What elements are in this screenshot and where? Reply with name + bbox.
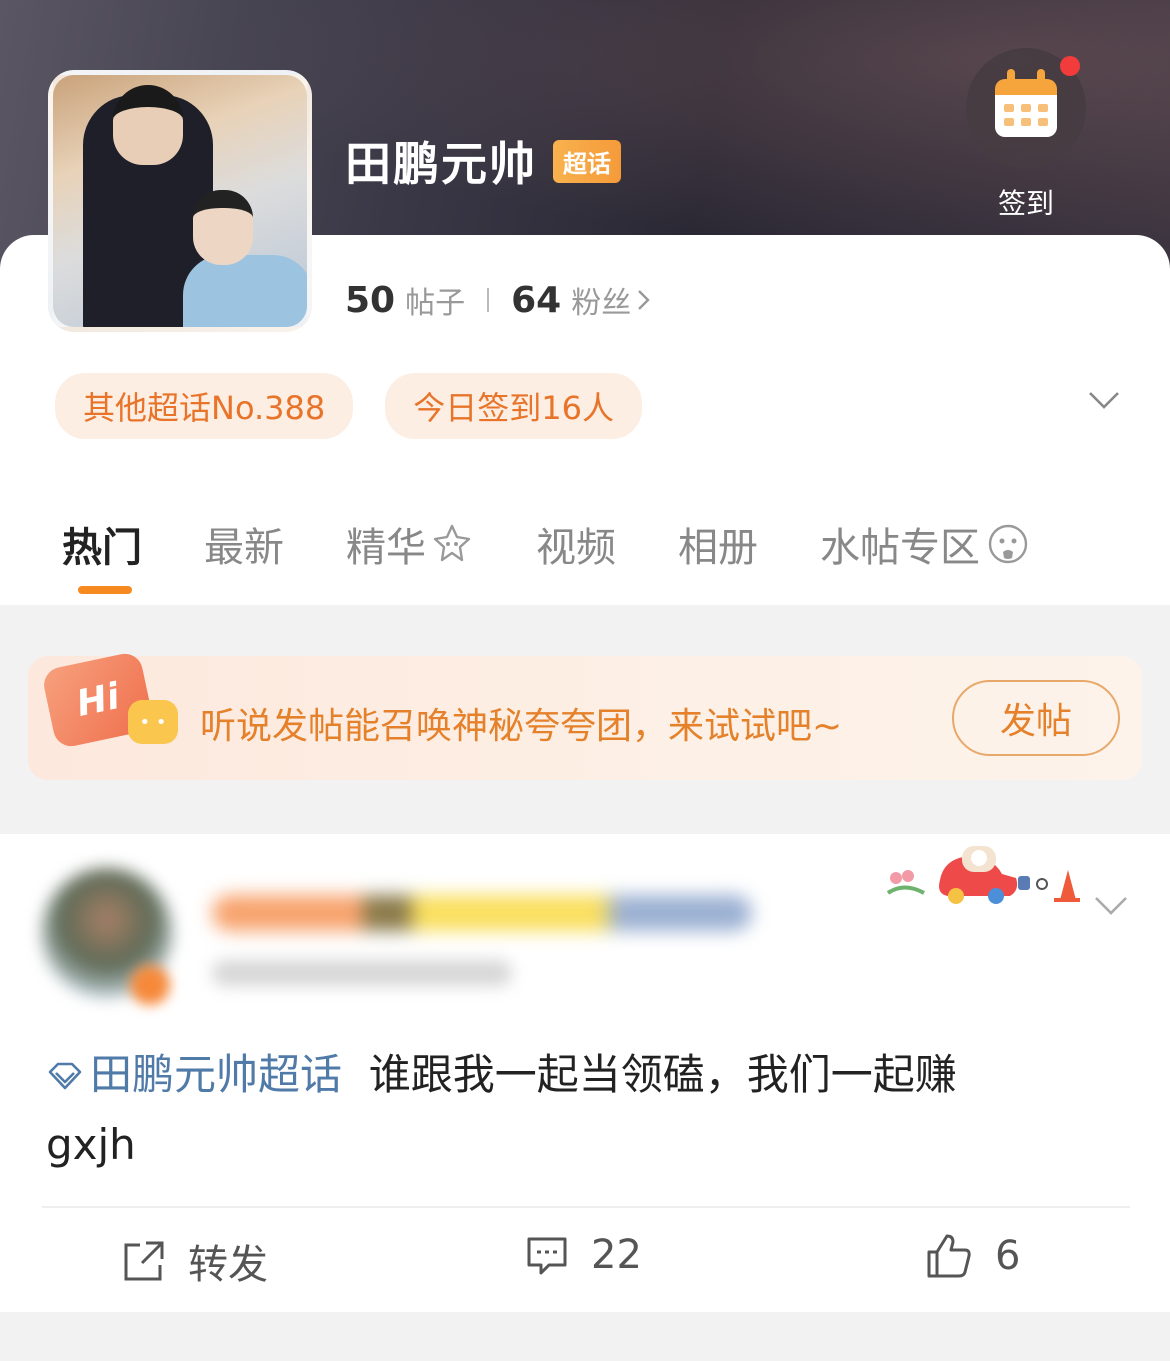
- posts-count: 50: [345, 279, 396, 321]
- checkin-label[interactable]: 签到: [966, 182, 1086, 222]
- avatar-figure-right: [183, 255, 307, 327]
- gem-icon: [48, 1062, 82, 1090]
- fans-count[interactable]: 64: [511, 280, 561, 321]
- tab-album[interactable]: 相册: [678, 515, 758, 573]
- avatar-head-left: [113, 85, 183, 165]
- post-body: 田鹏元帅超话 谁跟我一起当领磕，我们一起赚 gxjh: [46, 1040, 1126, 1180]
- chat-bubble-icon: • •: [128, 700, 178, 744]
- supertopic-badge: 超话: [553, 139, 621, 183]
- post-divider: [42, 1206, 1130, 1208]
- post-body-line2: gxjh: [46, 1120, 136, 1169]
- author-name[interactable]: [212, 895, 752, 931]
- topic-link[interactable]: 田鹏元帅超话: [46, 1050, 342, 1099]
- checkin-count-pill[interactable]: 今日签到16人: [385, 373, 642, 439]
- checkin-button[interactable]: [966, 48, 1086, 168]
- like-button[interactable]: 6: [925, 1232, 1020, 1280]
- tab-latest[interactable]: 最新: [204, 515, 284, 573]
- info-pills: 其他超话No.388 今日签到16人: [55, 373, 642, 439]
- sparkle-icon: [433, 524, 471, 562]
- title-row: 田鹏元帅 超话: [345, 128, 621, 194]
- ranking-pill[interactable]: 其他超话No.388: [55, 373, 354, 439]
- page-title: 田鹏元帅: [345, 137, 537, 191]
- stats-row: 50 帖子 64 粉丝: [345, 278, 653, 322]
- fans-label[interactable]: 粉丝: [571, 278, 631, 322]
- tab-bar: 热门 最新 精华 视频 相册 水帖专区: [62, 515, 1030, 573]
- banner-text: 听说发帖能召唤神秘夸夸团，来试试吧~: [200, 706, 843, 747]
- smiley-icon: [988, 524, 1028, 564]
- like-count: 6: [995, 1233, 1021, 1279]
- calendar-icon: [995, 69, 1057, 137]
- notification-dot: [1060, 56, 1080, 76]
- tab-featured[interactable]: 精华: [346, 515, 474, 573]
- avatar-head-right: [193, 190, 253, 265]
- like-icon: [927, 1234, 971, 1278]
- create-post-button[interactable]: 发帖: [952, 680, 1120, 756]
- active-tab-indicator: [78, 586, 132, 594]
- post-body-line1: 谁跟我一起当领磕，我们一起赚: [368, 1050, 957, 1099]
- author-badge: [130, 965, 170, 1005]
- chevron-down-icon[interactable]: [1094, 888, 1128, 922]
- community-avatar[interactable]: [48, 70, 312, 332]
- bottom-strip: [0, 1312, 1170, 1361]
- tab-hot[interactable]: 热门: [62, 515, 142, 573]
- tab-water-posts[interactable]: 水帖专区: [820, 515, 1030, 573]
- repost-label: 转发: [188, 1242, 268, 1288]
- comment-button[interactable]: 22: [525, 1232, 642, 1278]
- comment-count: 22: [591, 1232, 642, 1278]
- post-meta: [212, 960, 512, 986]
- share-icon: [124, 1241, 164, 1281]
- tab-video[interactable]: 视频: [536, 515, 616, 573]
- comment-icon: [527, 1237, 567, 1275]
- chevron-down-icon[interactable]: [1088, 383, 1120, 415]
- repost-button[interactable]: 转发: [122, 1232, 268, 1290]
- stats-divider: [487, 288, 490, 312]
- chevron-right-icon[interactable]: [635, 287, 653, 313]
- posts-label: 帖子: [405, 286, 466, 321]
- car-decoration-icon: [886, 846, 1080, 904]
